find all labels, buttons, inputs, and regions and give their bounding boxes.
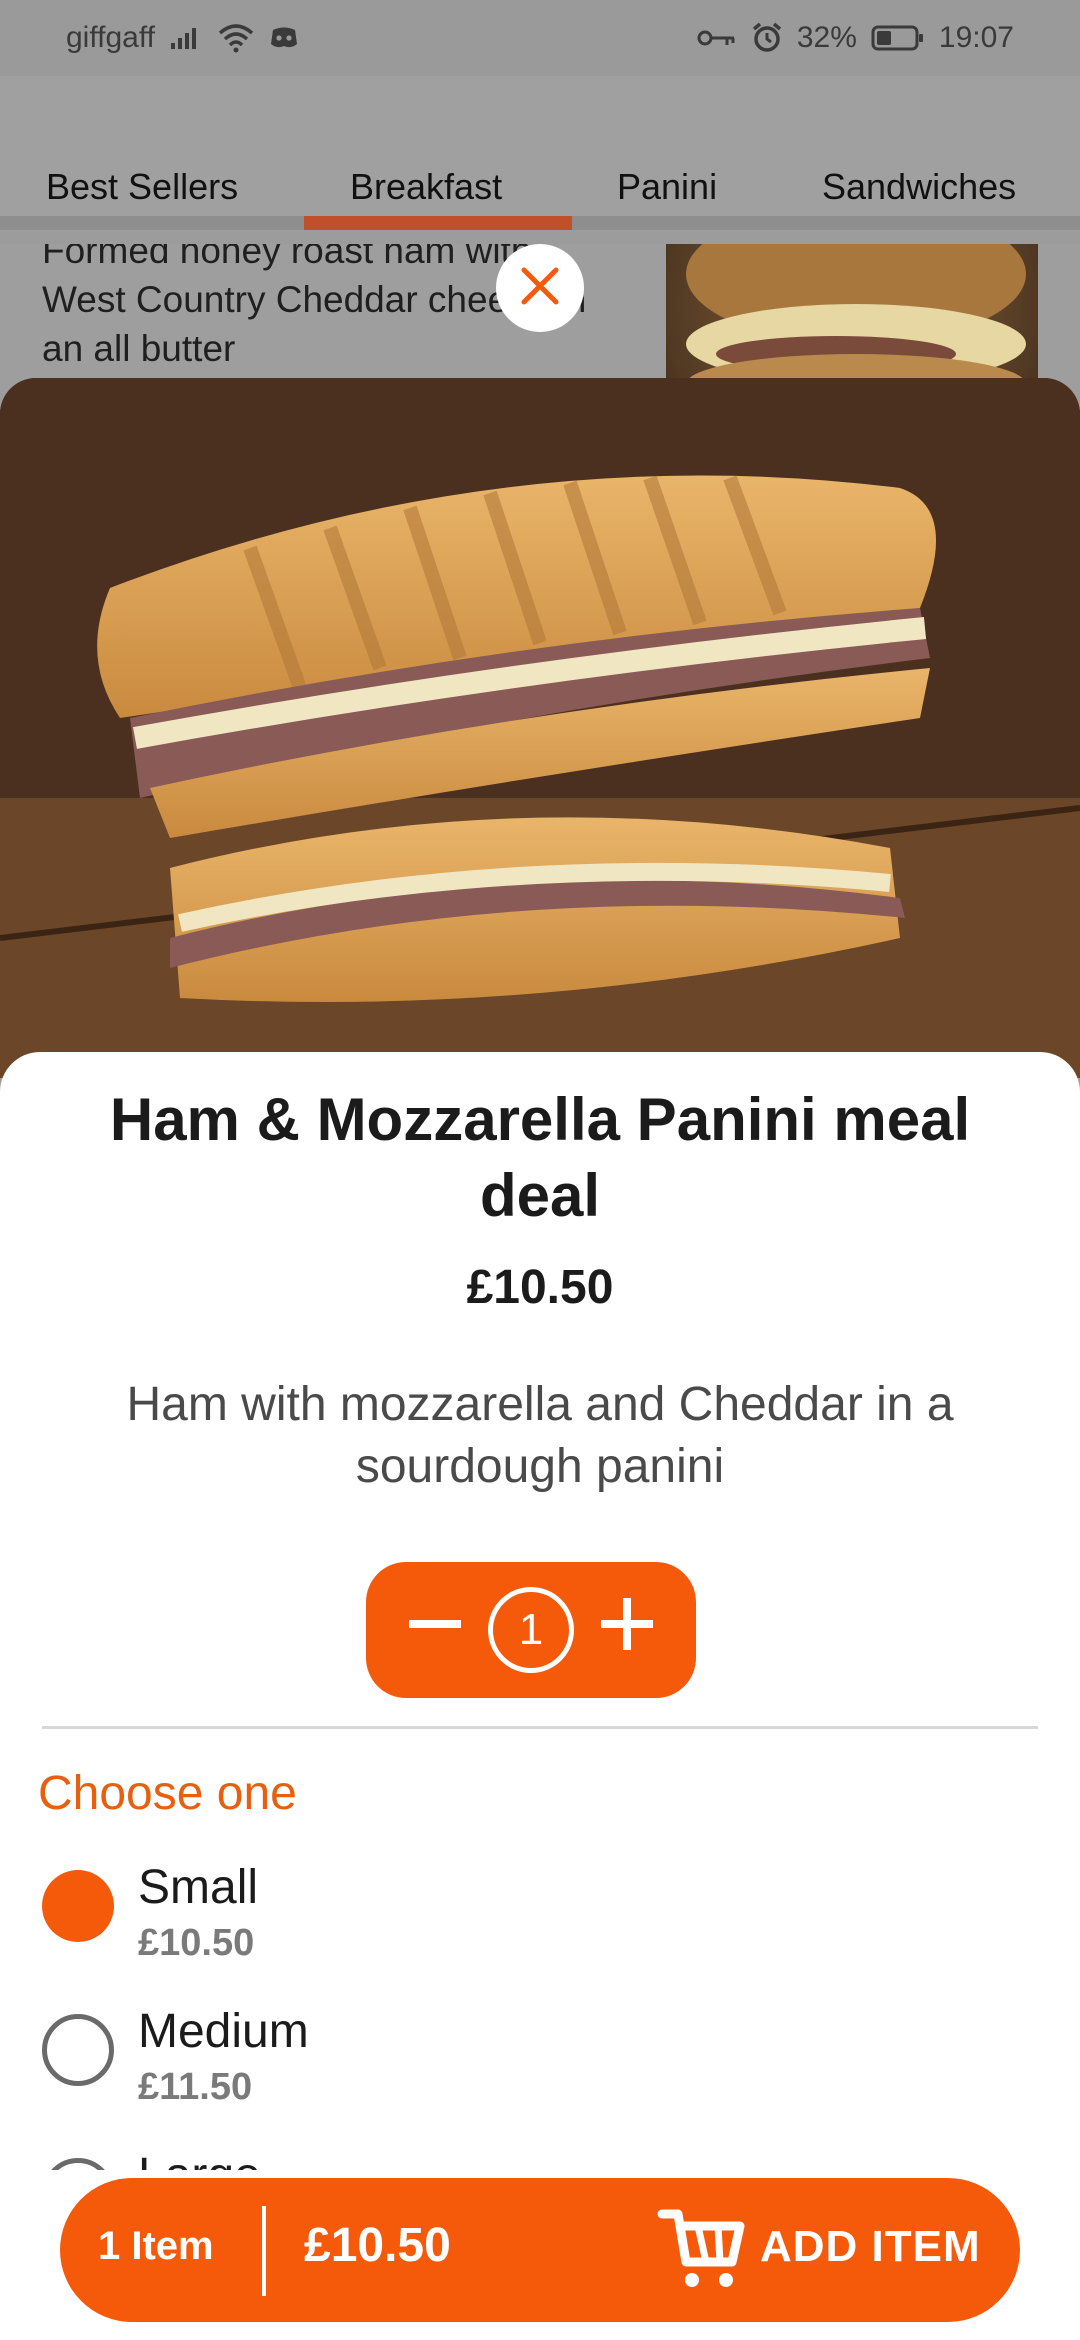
decrease-button[interactable]	[400, 1594, 470, 1666]
category-tabs: Best Sellers Breakfast Panini Sandwiches	[0, 146, 1080, 230]
cart-icon	[656, 2204, 746, 2299]
product-sheet: Ham & Mozzarella Panini meal deal £10.50…	[0, 1052, 1080, 2340]
option-price: £11.50	[138, 2066, 253, 2108]
option-small[interactable]: Small £10.50	[42, 1860, 842, 1990]
option-medium[interactable]: Medium £11.50	[42, 2004, 842, 2134]
radio-selected[interactable]	[42, 1870, 114, 1942]
category-tab-bar: Best Sellers Breakfast Panini Sandwiches	[0, 76, 1080, 230]
status-right: 32% 19:07	[697, 21, 1014, 55]
tab-best-sellers[interactable]: Best Sellers	[46, 166, 238, 208]
status-bar: giffgaff 32% 19:07	[0, 0, 1080, 76]
plus-icon	[597, 1590, 657, 1670]
minus-icon	[405, 1590, 465, 1670]
wifi-icon	[217, 23, 255, 53]
tab-breakfast[interactable]: Breakfast	[350, 166, 502, 208]
product-image	[0, 378, 1080, 1078]
battery-icon	[871, 24, 925, 52]
section-divider	[42, 1726, 1038, 1729]
option-label: Small	[138, 1861, 259, 1914]
cart-separator	[262, 2206, 266, 2296]
product-price: £10.50	[466, 1261, 614, 1314]
option-label: Medium	[138, 2005, 309, 2058]
quantity-stepper: 1	[366, 1562, 696, 1698]
options-heading: Choose one	[38, 1767, 297, 1820]
background-item-image	[666, 244, 1038, 394]
signal-icon	[169, 25, 203, 51]
discord-icon	[269, 26, 299, 50]
battery-level: 32%	[796, 21, 857, 54]
add-item-button[interactable]: 1 Item £10.50 ADD ITEM	[60, 2178, 1020, 2322]
tab-sandwiches[interactable]: Sandwiches	[822, 166, 1016, 208]
app-screen: giffgaff 32% 19:07 Best Sellers Breakfas…	[0, 0, 1080, 2340]
alarm-icon	[751, 22, 783, 54]
status-left: giffgaff	[66, 21, 299, 55]
option-price: £10.50	[138, 1922, 255, 1964]
increase-button[interactable]	[592, 1594, 662, 1666]
product-title: Ham & Mozzarella Panini meal deal	[109, 1086, 971, 1229]
radio-unselected[interactable]	[42, 2014, 114, 2086]
cart-item-count: 1 Item	[98, 2224, 214, 2268]
product-description: Ham with mozzarella and Cheddar in a sou…	[126, 1378, 954, 1493]
close-button[interactable]	[496, 244, 584, 332]
cart-total: £10.50	[304, 2219, 451, 2272]
carrier-name: giffgaff	[66, 21, 155, 54]
add-item-label: ADD ITEM	[760, 2222, 981, 2271]
key-icon	[697, 27, 737, 49]
quantity-value: 1	[488, 1587, 574, 1673]
tab-panini[interactable]: Panini	[617, 166, 717, 208]
close-icon	[518, 264, 562, 313]
clock: 19:07	[938, 21, 1014, 54]
active-tab-indicator	[304, 216, 572, 230]
